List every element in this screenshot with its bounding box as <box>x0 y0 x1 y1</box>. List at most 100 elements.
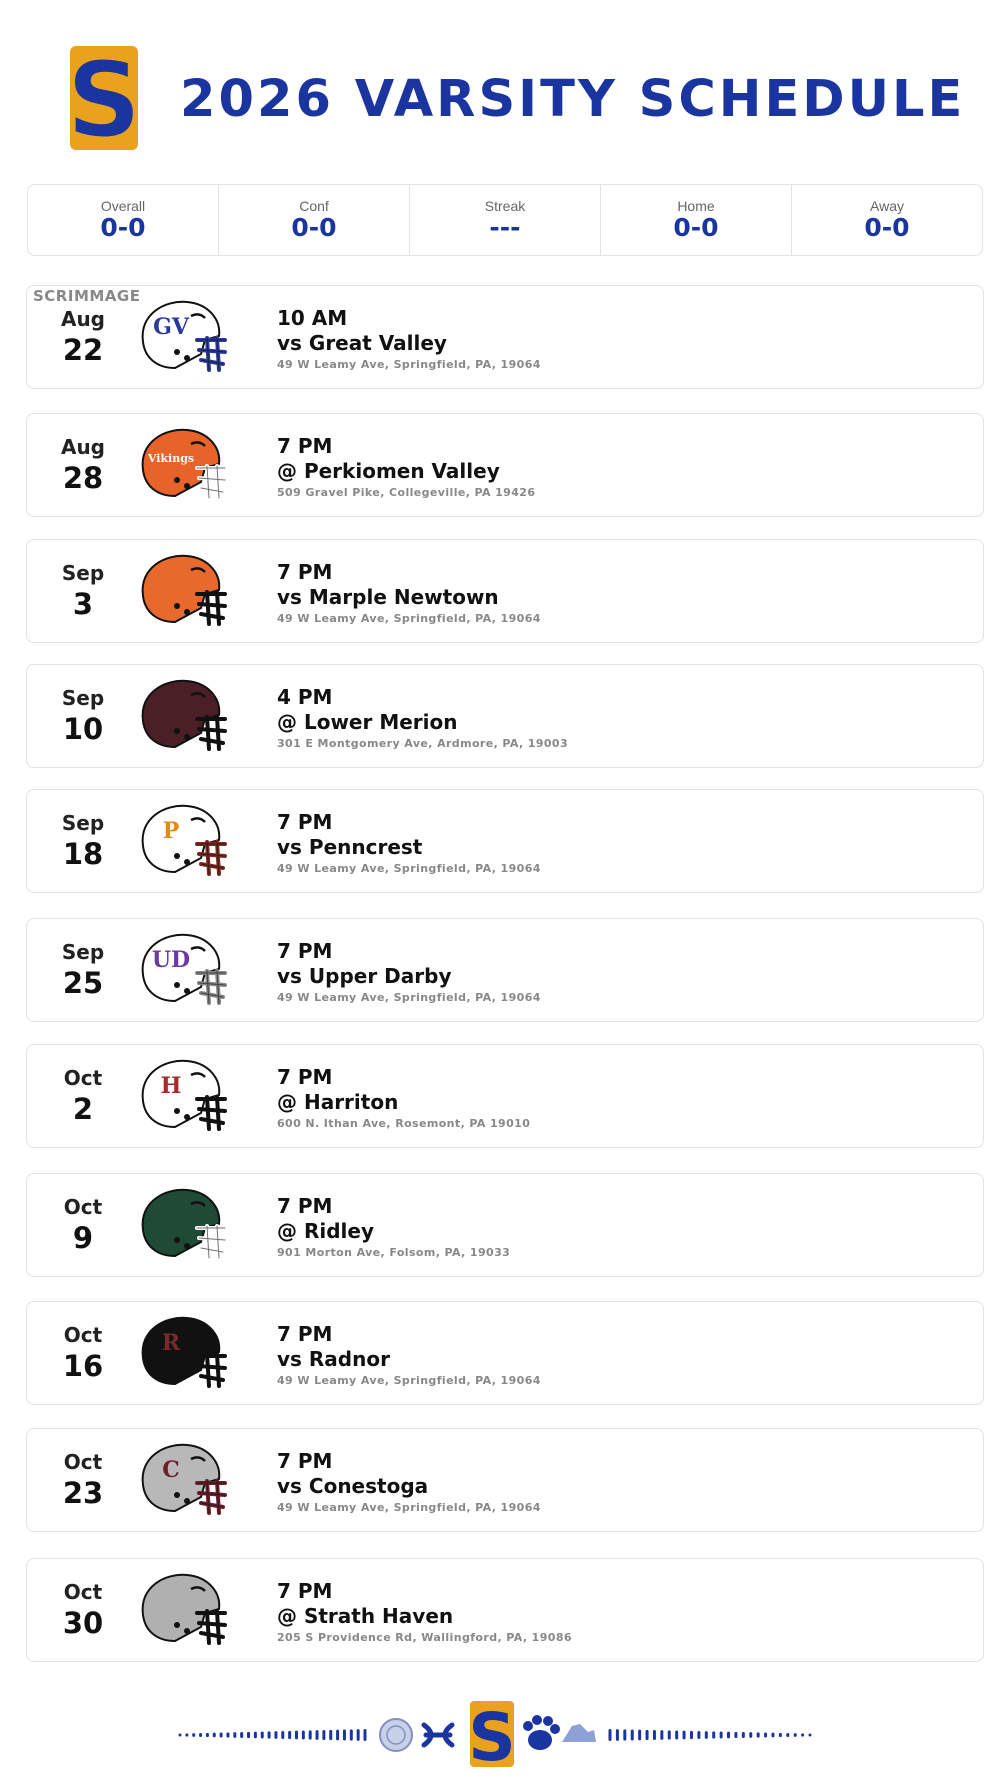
footer-dot <box>205 1732 209 1738</box>
game-address[interactable]: 49 W Leamy Ave, Springfield, PA, 19064 <box>277 356 541 373</box>
footer-dot <box>808 1733 812 1737</box>
footer-dot <box>630 1729 634 1741</box>
game-time: 7 PM <box>277 1449 333 1473</box>
game-date: Sep 18 <box>47 810 119 872</box>
footer-dot <box>704 1731 708 1739</box>
game-card[interactable]: SCRIMMAGE Aug 22 GV 10 AM vs Great Valley 49 W… <box>26 285 984 389</box>
footer-dot <box>764 1732 768 1738</box>
game-month: Aug <box>60 307 106 331</box>
helmet-letters: R <box>162 1330 181 1356</box>
school-logo-icon: S <box>68 44 140 152</box>
footer-dot <box>233 1732 237 1738</box>
game-date: Oct 23 <box>47 1449 119 1511</box>
game-time: 7 PM <box>277 1322 333 1346</box>
game-date: Sep 10 <box>47 685 119 747</box>
game-info: 7 PM vs Radnor 49 W Leamy Ave, Springfield… <box>277 1322 541 1389</box>
footer-sponsors: S <box>178 1700 812 1770</box>
helmet-icon: H <box>141 1059 227 1131</box>
footer-dot <box>281 1731 285 1739</box>
record-value: --- <box>489 213 521 242</box>
record-label: Streak <box>484 198 526 214</box>
game-day: 18 <box>62 837 104 871</box>
game-info: 10 AM vs Great Valley 49 W Leamy Ave, Spri… <box>277 306 541 373</box>
game-month: Aug <box>60 435 106 459</box>
game-card[interactable]: Oct 30 7 PM @ Strath Haven 205 S Providence … <box>26 1558 984 1662</box>
game-opponent[interactable]: @ Strath Haven <box>277 1604 572 1629</box>
game-month: Oct <box>63 1195 103 1219</box>
game-address[interactable]: 600 N. Ithan Ave, Rosemont, PA 19010 <box>277 1115 530 1132</box>
record-home: Home 0-0 <box>601 185 792 255</box>
game-opponent[interactable]: @ Ridley <box>277 1219 510 1244</box>
helmet-icon: UD <box>141 933 227 1005</box>
footer-dot <box>178 1733 182 1737</box>
game-time: 7 PM <box>277 1194 333 1218</box>
game-address[interactable]: 901 Morton Ave, Folsom, PA, 19033 <box>277 1244 510 1261</box>
game-address[interactable]: 49 W Leamy Ave, Springfield, PA, 19064 <box>277 989 541 1006</box>
footer-dot <box>660 1730 664 1740</box>
footer-dot <box>615 1729 619 1741</box>
footer-dot <box>226 1732 230 1738</box>
footer-dot <box>719 1731 723 1739</box>
game-opponent[interactable]: vs Penncrest <box>277 835 541 860</box>
footer-dot <box>689 1730 693 1740</box>
game-address[interactable]: 301 E Montgomery Ave, Ardmore, PA, 19003 <box>277 735 568 752</box>
game-address[interactable]: 49 W Leamy Ave, Springfield, PA, 19064 <box>277 610 541 627</box>
footer-dot <box>301 1730 305 1740</box>
game-info: 7 PM @ Ridley 901 Morton Ave, Folsom, PA, … <box>277 1194 510 1261</box>
game-date: Oct 9 <box>47 1194 119 1256</box>
footer-dot <box>363 1729 367 1741</box>
game-day: 23 <box>62 1476 104 1510</box>
game-date: Aug 28 <box>47 434 119 496</box>
footer-dot <box>288 1730 292 1740</box>
game-address[interactable]: 509 Gravel Pike, Collegeville, PA 19426 <box>277 484 535 501</box>
game-opponent[interactable]: @ Harriton <box>277 1090 530 1115</box>
game-card[interactable]: Aug 28 Vikings 7 PM @ Perkiomen Valley 509 Gr… <box>26 413 984 517</box>
game-address[interactable]: 49 W Leamy Ave, Springfield, PA, 19064 <box>277 860 541 877</box>
game-card[interactable]: Oct 23 C 7 PM vs Conestoga 49 W Leamy Ave, Sp… <box>26 1428 984 1532</box>
footer-dot <box>212 1732 216 1738</box>
game-date: Oct 2 <box>47 1065 119 1127</box>
footer-dot <box>336 1729 340 1741</box>
footer-dot <box>329 1729 333 1741</box>
footer-dot <box>645 1729 649 1741</box>
game-opponent[interactable]: @ Lower Merion <box>277 710 568 735</box>
helmet-icon: R <box>141 1188 227 1260</box>
footer-dot <box>771 1732 775 1738</box>
game-time: 7 PM <box>277 810 333 834</box>
game-card[interactable]: Sep 18 P 7 PM vs Penncrest 49 W Leamy Ave, Sp… <box>26 789 984 893</box>
game-opponent[interactable]: vs Radnor <box>277 1347 541 1372</box>
game-opponent[interactable]: @ Perkiomen Valley <box>277 459 535 484</box>
footer-dot <box>185 1733 189 1737</box>
game-address[interactable]: 205 S Providence Rd, Wallingford, PA, 19… <box>277 1629 572 1646</box>
svg-text:S: S <box>468 1700 516 1770</box>
game-day: 28 <box>62 461 104 495</box>
footer-dot <box>697 1731 701 1739</box>
record-conf: Conf 0-0 <box>219 185 410 255</box>
game-address[interactable]: 49 W Leamy Ave, Springfield, PA, 19064 <box>277 1499 541 1516</box>
helmet-icon: R <box>141 1316 227 1388</box>
game-address[interactable]: 49 W Leamy Ave, Springfield, PA, 19064 <box>277 1372 541 1389</box>
game-time: 7 PM <box>277 434 333 458</box>
game-card[interactable]: Sep 25 UD 7 PM vs Upper Darby 49 W Leamy Ave,… <box>26 918 984 1022</box>
record-value: 0-0 <box>673 213 719 242</box>
game-card[interactable]: Sep 10 4 PM @ Lower Merion 301 E Montgomery … <box>26 664 984 768</box>
game-card[interactable]: Sep 3 7 PM vs Marple Newtown 49 W Leamy Ave,… <box>26 539 984 643</box>
game-opponent[interactable]: vs Great Valley <box>277 331 541 356</box>
footer-dot <box>247 1731 251 1739</box>
footer-dot <box>267 1731 271 1739</box>
game-info: 7 PM @ Strath Haven 205 S Providence Rd, W… <box>277 1579 572 1646</box>
game-day: 16 <box>62 1349 104 1383</box>
footer-dot <box>801 1733 805 1737</box>
record-overall: Overall 0-0 <box>28 185 219 255</box>
game-month: Sep <box>61 940 105 964</box>
game-card[interactable]: Oct 16 R 7 PM vs Radnor 49 W Leamy Ave, Sprin… <box>26 1301 984 1405</box>
record-value: 0-0 <box>291 213 337 242</box>
game-opponent[interactable]: vs Marple Newtown <box>277 585 541 610</box>
game-card[interactable]: Oct 2 H 7 PM @ Harriton 600 N. Ithan Ave, Ros… <box>26 1044 984 1148</box>
game-month: Oct <box>63 1450 103 1474</box>
game-opponent[interactable]: vs Conestoga <box>277 1474 541 1499</box>
game-opponent[interactable]: vs Upper Darby <box>277 964 541 989</box>
game-month: Oct <box>63 1323 103 1347</box>
footer-dot <box>192 1733 196 1737</box>
game-card[interactable]: Oct 9 R 7 PM @ Ridley 901 Morton Ave, Folsom,… <box>26 1173 984 1277</box>
